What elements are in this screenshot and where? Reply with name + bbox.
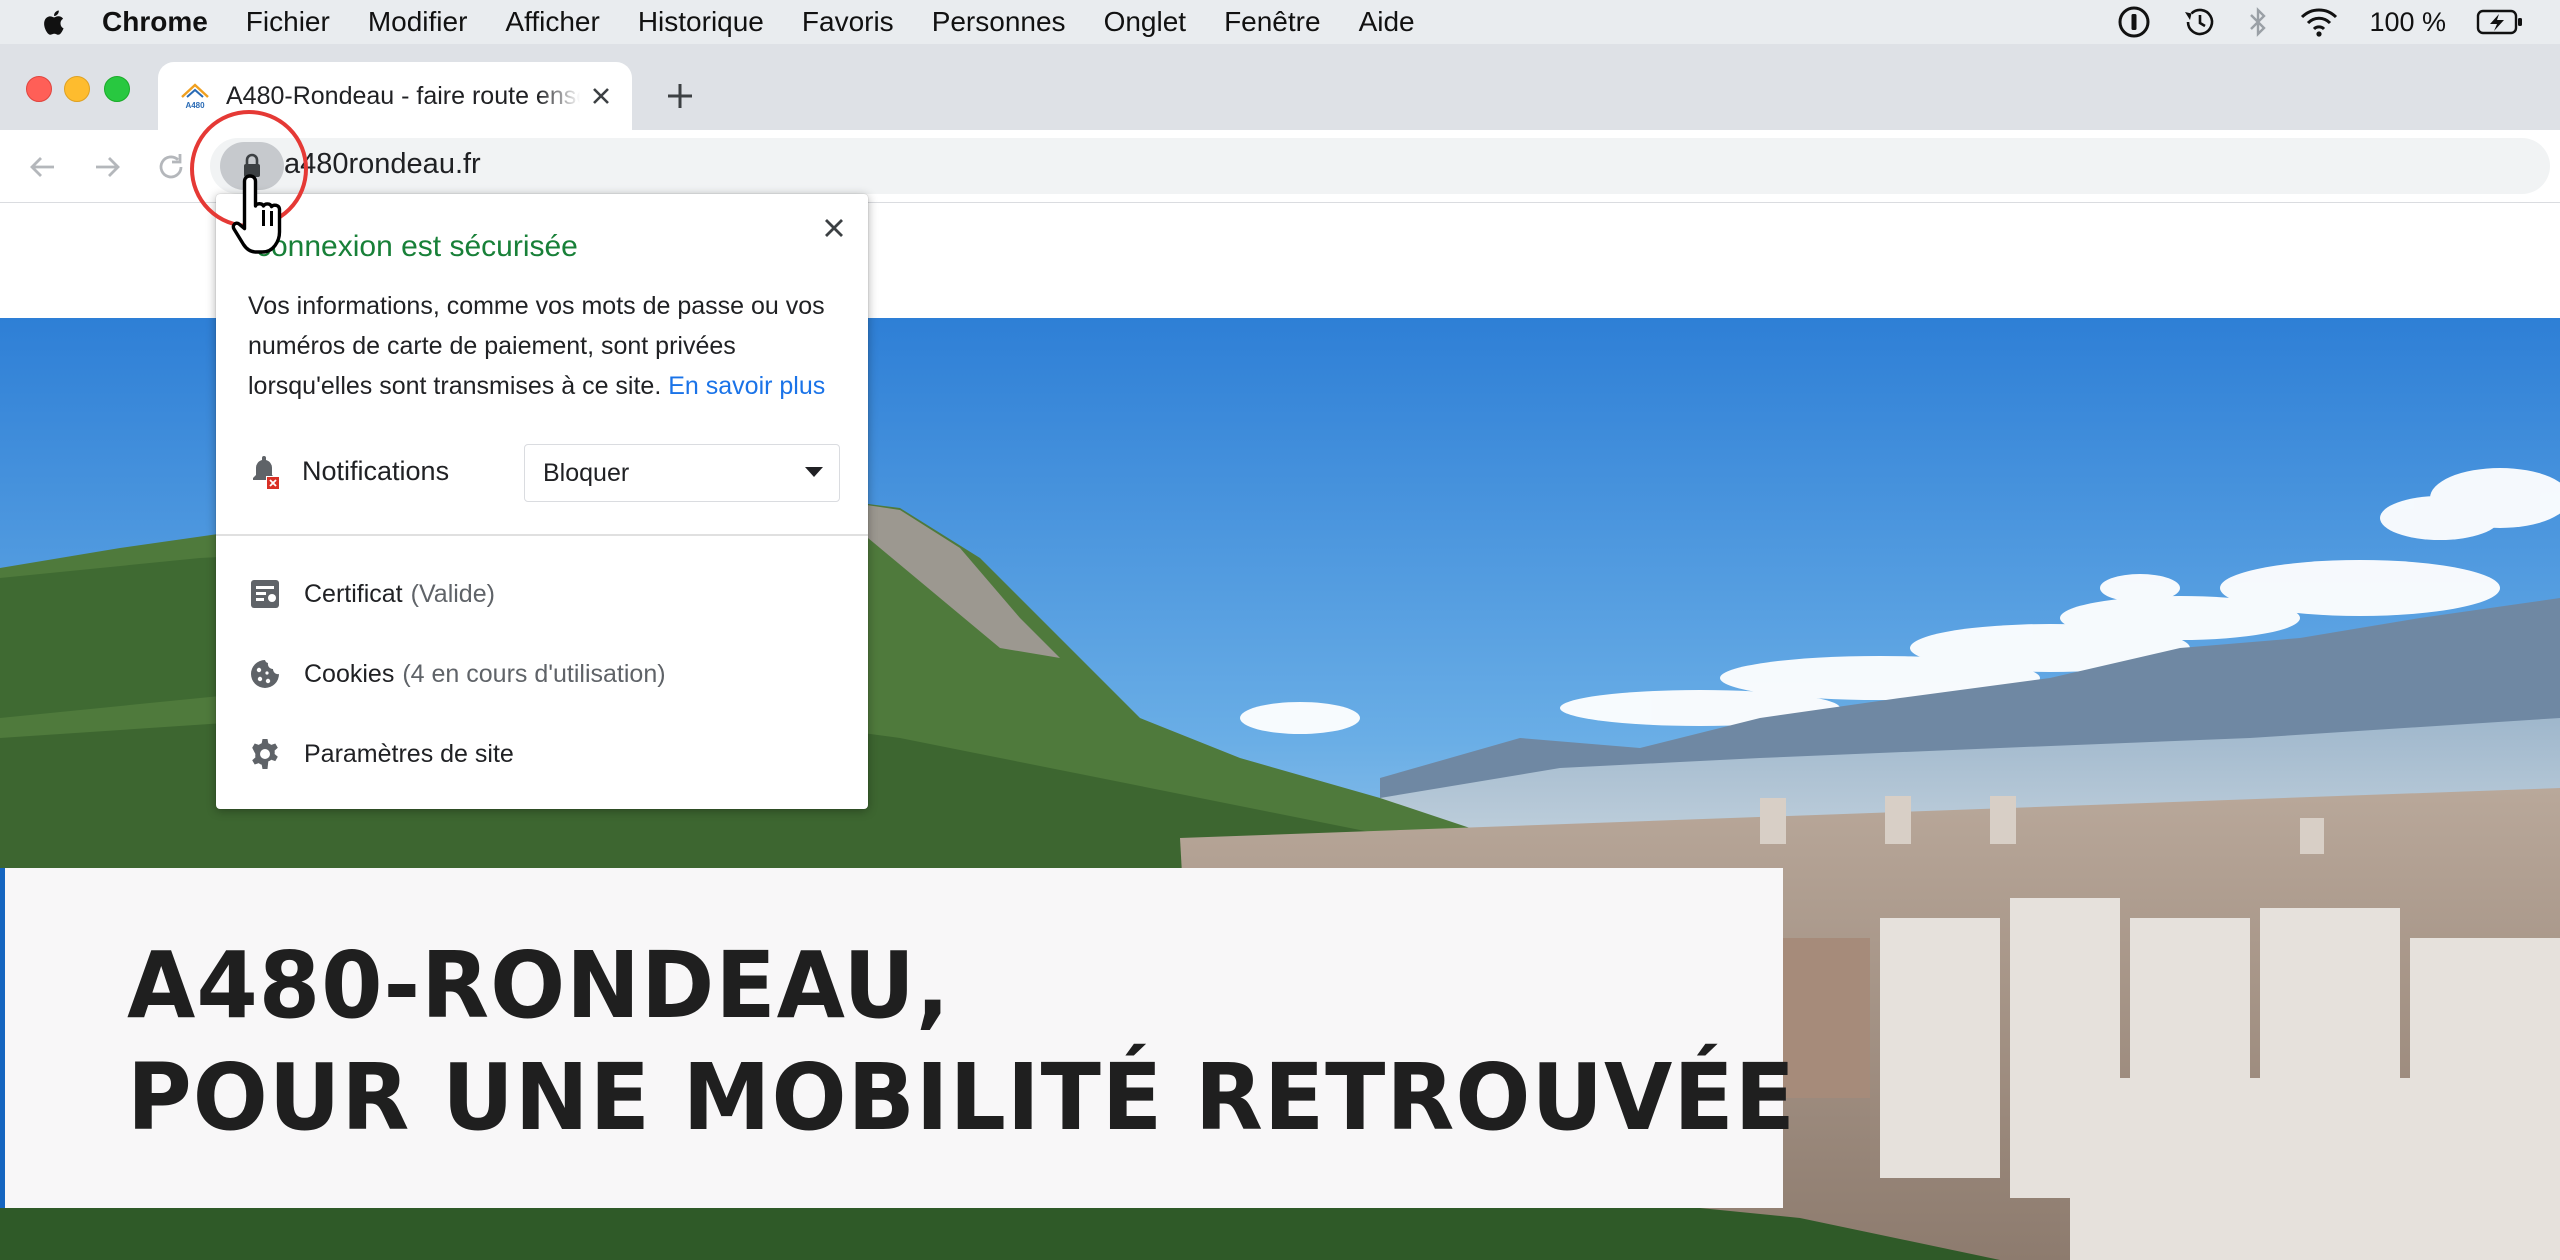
svg-text:A480: A480 (185, 101, 205, 110)
menu-modifier[interactable]: Modifier (368, 6, 468, 38)
url-text[interactable]: a480rondeau.fr (284, 148, 481, 181)
cookies-status: (4 en cours d'utilisation) (402, 659, 666, 688)
browser-toolbar: a480rondeau.fr (0, 130, 2560, 203)
menu-bar: Chrome Fichier Modifier Afficher Histori… (0, 0, 2560, 44)
site-favicon-icon: A480 (181, 83, 209, 110)
certificate-row[interactable]: Certificat (Valide) (248, 564, 848, 624)
site-settings-row[interactable]: Paramètres de site (248, 724, 848, 784)
learn-more-link[interactable]: En savoir plus (668, 372, 825, 400)
hand-pointer-cursor-icon (231, 174, 282, 254)
menu-fenetre[interactable]: Fenêtre (1224, 6, 1321, 38)
menu-app-name[interactable]: Chrome (102, 6, 208, 38)
cookies-row[interactable]: Cookies (4 en cours d'utilisation) (248, 644, 848, 704)
popup-close-icon[interactable] (818, 212, 850, 244)
menu-fichier[interactable]: Fichier (246, 6, 330, 38)
menu-aide[interactable]: Aide (1359, 6, 1415, 38)
page-headline: A480-RONDEAU, POUR UNE MOBILITÉ RETROUVÉ… (127, 930, 1796, 1154)
menu-historique[interactable]: Historique (638, 6, 764, 38)
notifications-select-value: Bloquer (543, 459, 630, 487)
wifi-icon[interactable] (2299, 5, 2339, 39)
security-description: Vos informations, comme vos mots de pass… (248, 286, 848, 406)
window-zoom-button[interactable] (104, 76, 130, 102)
new-tab-plus-icon[interactable] (664, 80, 696, 112)
menu-favoris[interactable]: Favoris (802, 6, 894, 38)
apple-icon[interactable] (40, 7, 70, 37)
headline-line-2: POUR UNE MOBILITÉ RETROUVÉE (127, 1044, 1796, 1151)
site-settings-label: Paramètres de site (304, 739, 514, 768)
back-arrow-icon[interactable] (26, 150, 60, 184)
window-minimize-button[interactable] (64, 76, 90, 102)
certificate-status: (Valide) (410, 579, 495, 608)
notifications-label: Notifications (302, 456, 450, 486)
dropdown-arrow-icon (805, 467, 823, 477)
headline-box: A480-RONDEAU, POUR UNE MOBILITÉ RETROUVÉ… (0, 868, 1795, 1208)
window-close-button[interactable] (26, 76, 52, 102)
certificate-icon (251, 580, 279, 608)
reload-icon[interactable] (154, 150, 188, 184)
menu-afficher[interactable]: Afficher (505, 6, 599, 38)
notifications-blocked-icon (253, 456, 280, 490)
address-bar[interactable] (210, 138, 2550, 194)
cookies-label: Cookies (304, 659, 395, 688)
cookie-icon (251, 660, 279, 688)
battery-charging-icon[interactable] (2476, 7, 2524, 37)
headline-line-1: A480-RONDEAU, (127, 932, 951, 1039)
popup-divider (216, 534, 868, 536)
tab-close-icon[interactable] (588, 83, 614, 109)
battery-percentage: 100 % (2369, 6, 2446, 37)
forward-arrow-icon[interactable] (90, 150, 124, 184)
menu-onglet[interactable]: Onglet (1104, 6, 1187, 38)
site-info-popup: connexion est sécurisée Vos informations… (216, 194, 868, 809)
notifications-select[interactable]: Bloquer (524, 444, 840, 502)
menu-personnes[interactable]: Personnes (932, 6, 1066, 38)
time-machine-icon[interactable] (2181, 5, 2217, 39)
onepassword-icon[interactable] (2117, 5, 2151, 39)
certificate-label: Certificat (304, 579, 403, 608)
status-area: 100 % (2117, 0, 2524, 44)
connection-secure-title: connexion est sécurisée (256, 230, 578, 263)
tab-title: A480-Rondeau - faire route ensemble (226, 81, 580, 110)
notifications-row: Notifications Bloquer (248, 444, 840, 504)
gear-icon (252, 739, 278, 769)
bluetooth-icon[interactable] (2247, 5, 2269, 39)
tab-strip: A480 A480-Rondeau - faire route ensemble (0, 44, 2560, 130)
